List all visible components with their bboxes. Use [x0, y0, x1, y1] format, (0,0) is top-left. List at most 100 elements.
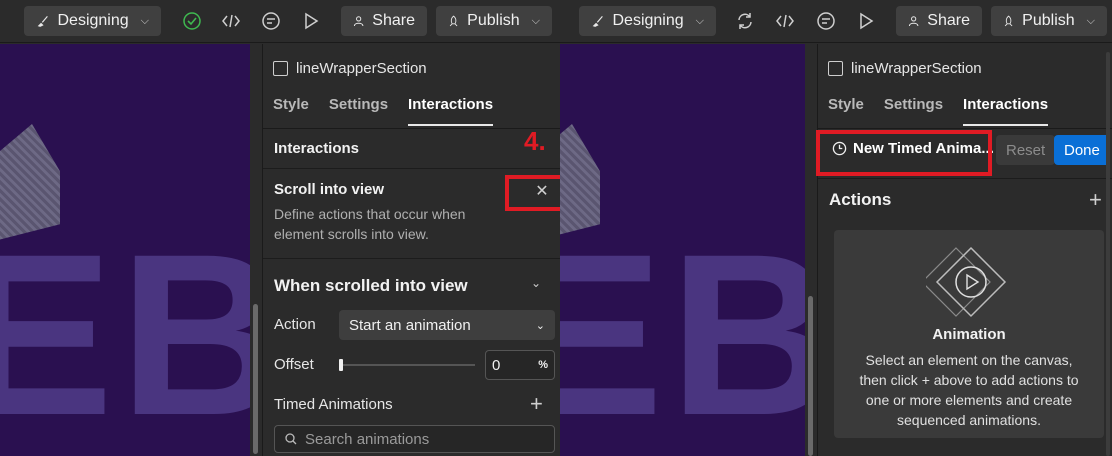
- action-label: Action: [274, 316, 316, 333]
- done-button[interactable]: Done: [1054, 135, 1110, 165]
- actions-heading: Actions: [829, 190, 892, 209]
- collapse-chevron-icon[interactable]: ⌄: [531, 276, 541, 290]
- mode-label: Designing: [57, 12, 129, 29]
- element-name: lineWrapperSection: [851, 60, 982, 77]
- tab-settings[interactable]: Settings: [329, 96, 388, 126]
- offset-input[interactable]: 0 %: [485, 350, 555, 380]
- publish-label: Publish: [1022, 12, 1075, 29]
- comment-icon[interactable]: [259, 9, 283, 33]
- trigger-description: Define actions that occur when element s…: [274, 204, 465, 244]
- code-icon[interactable]: [219, 9, 243, 33]
- tab-settings[interactable]: Settings: [884, 96, 943, 126]
- panel-scrollbar[interactable]: [1104, 44, 1112, 456]
- search-placeholder: Search animations: [305, 430, 430, 448]
- panel-tabs: Style Settings Interactions: [273, 96, 494, 126]
- chevron-down-icon: ⌵: [1086, 14, 1095, 27]
- chevron-down-icon: ⌵: [695, 14, 704, 27]
- offset-slider[interactable]: [339, 364, 475, 366]
- search-icon: [285, 433, 297, 445]
- play-preview-icon[interactable]: [299, 9, 323, 33]
- play-preview-icon[interactable]: [854, 9, 878, 33]
- comment-icon[interactable]: [814, 9, 838, 33]
- trigger-title: Scroll into view: [274, 181, 385, 198]
- highlight-box: [505, 175, 560, 211]
- selected-element-row[interactable]: lineWrapperSection: [828, 60, 982, 77]
- panel-tabs: Style Settings Interactions: [828, 96, 1049, 126]
- user-icon: [908, 16, 919, 27]
- panel-scrollbar-track: [805, 44, 817, 456]
- divider: [263, 168, 560, 169]
- share-button[interactable]: Share: [896, 6, 982, 36]
- divider: [263, 128, 560, 129]
- empty-state-card: Animation Select an element on the canva…: [834, 230, 1104, 438]
- share-label: Share: [372, 12, 415, 29]
- card-title: Animation: [932, 326, 1006, 343]
- action-select[interactable]: Start an animation ⌄: [339, 310, 555, 340]
- panel-scrollbar-track: [250, 44, 262, 456]
- divider: [263, 258, 560, 259]
- divider: [818, 178, 1112, 179]
- timed-animations-label: Timed Animations: [274, 396, 393, 413]
- check-circle-icon[interactable]: [180, 9, 204, 33]
- card-desc-line: one or more elements and create: [865, 392, 1073, 408]
- animation-diamond-icon: [926, 246, 1007, 318]
- mode-dropdown[interactable]: Designing ⌵: [579, 6, 716, 36]
- tab-style[interactable]: Style: [828, 96, 864, 126]
- card-desc-line: then click + above to add actions to: [859, 372, 1079, 388]
- sync-icon[interactable]: [733, 9, 757, 33]
- chevron-down-icon: ⌵: [531, 14, 540, 27]
- canvas-heading-text: EB: [0, 206, 250, 456]
- publish-button[interactable]: Publish ⌵: [991, 6, 1107, 36]
- selected-element-row[interactable]: lineWrapperSection: [273, 60, 427, 77]
- design-canvas[interactable]: EB: [560, 44, 805, 456]
- publish-button[interactable]: Publish ⌵: [436, 6, 552, 36]
- offset-label: Offset: [274, 356, 314, 373]
- step-annotation: 4.: [524, 126, 546, 156]
- scrollbar-thumb[interactable]: [808, 296, 813, 456]
- code-icon[interactable]: [773, 9, 797, 33]
- when-scrolled-heading: When scrolled into view: [274, 276, 468, 295]
- add-timed-animation-icon[interactable]: +: [530, 393, 543, 415]
- publish-label: Publish: [467, 12, 520, 29]
- element-icon: [273, 61, 288, 76]
- action-value: Start an animation: [349, 316, 471, 334]
- tab-interactions[interactable]: Interactions: [408, 96, 494, 126]
- top-toolbar: Designing ⌵ Share Publish ⌵: [560, 0, 1112, 43]
- trigger-desc-line: element scrolls into view.: [274, 226, 429, 242]
- user-icon: [353, 16, 364, 27]
- section-heading: Interactions: [274, 140, 360, 157]
- offset-slider-handle[interactable]: [339, 359, 343, 371]
- element-icon: [828, 61, 843, 76]
- tab-style[interactable]: Style: [273, 96, 309, 126]
- interactions-panel: lineWrapperSection Style Settings Intera…: [262, 44, 560, 456]
- top-toolbar: Designing ⌵ Share Publish ⌵: [0, 0, 560, 43]
- add-action-icon[interactable]: +: [1089, 189, 1102, 211]
- rocket-icon: [449, 15, 458, 27]
- card-desc-line: Select an element on the canvas,: [865, 352, 1073, 368]
- design-canvas[interactable]: EB: [0, 44, 250, 456]
- reset-button[interactable]: Reset: [996, 135, 1056, 165]
- rocket-icon: [1004, 15, 1013, 27]
- scrollbar-thumb[interactable]: [253, 304, 258, 454]
- mode-dropdown[interactable]: Designing ⌵: [24, 6, 161, 36]
- highlight-box: [816, 130, 992, 176]
- left-screenshot: Designing ⌵ Share Publish ⌵ EB lineWrapp…: [0, 0, 560, 456]
- element-name: lineWrapperSection: [296, 60, 427, 77]
- chevron-down-icon: ⌵: [140, 14, 149, 27]
- offset-value: 0: [492, 356, 501, 374]
- card-desc-line: sequenced animations.: [897, 412, 1041, 428]
- scrollbar-thumb[interactable]: [1106, 52, 1110, 456]
- interactions-panel: lineWrapperSection Style Settings Intera…: [817, 44, 1112, 456]
- trigger-desc-line: Define actions that occur when: [274, 206, 466, 222]
- share-button[interactable]: Share: [341, 6, 427, 36]
- chevron-down-icon: ⌄: [535, 319, 545, 332]
- brush-icon: [37, 15, 48, 27]
- tab-interactions[interactable]: Interactions: [963, 96, 1049, 126]
- share-label: Share: [927, 12, 970, 29]
- canvas-heading-text: EB: [560, 206, 805, 456]
- card-description: Select an element on the canvas, then cl…: [834, 350, 1104, 430]
- divider: [818, 128, 1112, 129]
- search-animations-input[interactable]: Search animations: [274, 425, 555, 453]
- mode-label: Designing: [612, 12, 684, 29]
- right-screenshot: Designing ⌵ Share Publish ⌵ EB lineWrapp…: [560, 0, 1112, 456]
